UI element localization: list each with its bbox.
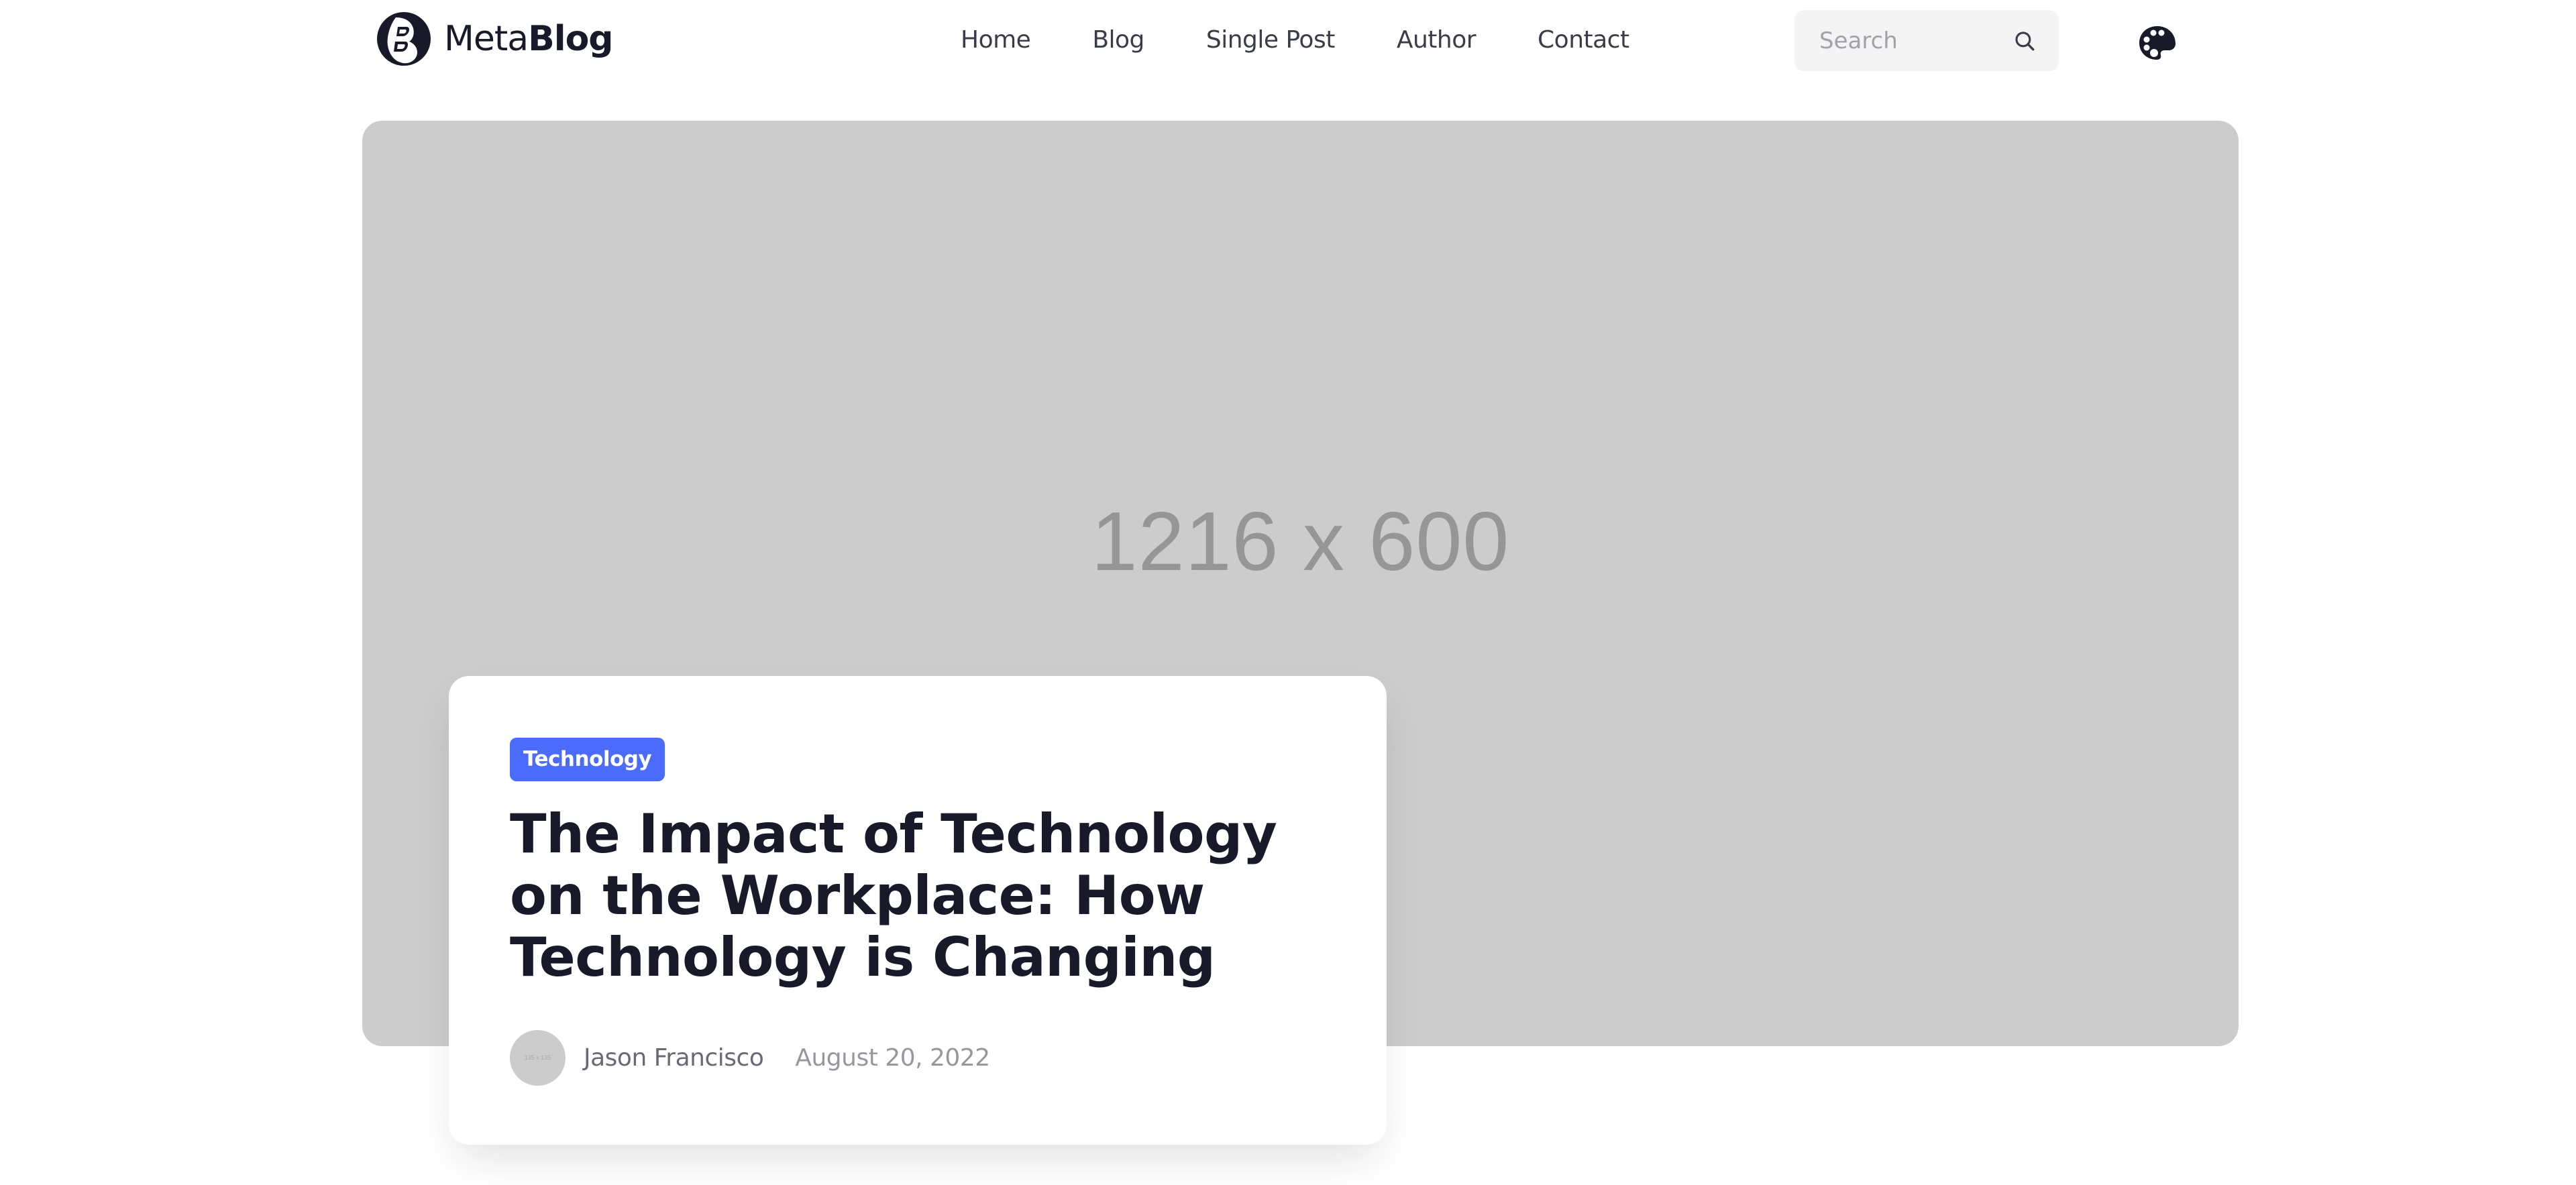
palette-icon (2139, 26, 2176, 60)
author-name[interactable]: Jason Francisco (584, 1044, 764, 1072)
main-nav: Home Blog Single Post Author Contact (961, 20, 1629, 60)
author-avatar[interactable]: 135 x 135 (510, 1029, 566, 1086)
theme-toggle-button[interactable] (2137, 24, 2178, 62)
search-input[interactable] (1819, 27, 1994, 54)
nav-item-blog[interactable]: Blog (1092, 28, 1144, 52)
nav-item-author[interactable]: Author (1397, 28, 1477, 52)
post-title[interactable]: The Impact of Technology on the Workplac… (510, 803, 1335, 989)
page: MetaBlog Home Blog Single Post Author Co… (0, 0, 2576, 1185)
site-logo[interactable]: MetaBlog (376, 9, 614, 68)
brand-name-light: Meta (444, 19, 529, 59)
avatar-placeholder-text: 135 x 135 (524, 1054, 551, 1061)
nav-item-contact[interactable]: Contact (1538, 28, 1629, 52)
post-date: August 20, 2022 (795, 1043, 990, 1072)
hero-image-placeholder-text: 1216 x 600 (1091, 496, 1510, 588)
category-badge[interactable]: Technology (510, 738, 665, 781)
search-icon[interactable] (2013, 30, 2036, 52)
brand-name-bold: Blog (528, 19, 613, 59)
nav-item-home[interactable]: Home (961, 28, 1031, 52)
post-meta: 135 x 135 Jason Francisco August 20, 202… (510, 1029, 990, 1086)
brand-name: MetaBlog (444, 19, 614, 59)
b-circle-logo-icon (377, 12, 431, 66)
featured-post-card: Technology The Impact of Technology on t… (449, 676, 1387, 1145)
search-box (1794, 10, 2059, 71)
nav-item-single-post[interactable]: Single Post (1206, 28, 1335, 52)
